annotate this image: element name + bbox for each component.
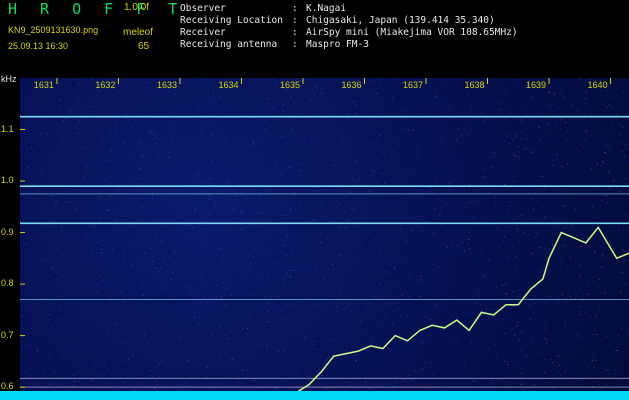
info-row-location: Receiving Location: Chigasaki, Japan (13…	[180, 15, 518, 27]
header-panel: H R O F F T 1.0.0f KN9_2509131630.png 25…	[0, 0, 629, 74]
info-row-receiver: Receiver: AirSpy mini (Miakejima VOR 108…	[180, 27, 518, 39]
x-tick-label: 1631	[33, 80, 54, 90]
mode-label: meleof	[123, 27, 154, 38]
info-value: Maspro FM-3	[306, 39, 369, 50]
info-separator: :	[292, 39, 304, 50]
y-axis-unit: kHz	[1, 74, 17, 84]
info-value: Chigasaki, Japan (139.414 35.340)	[306, 15, 495, 26]
info-label: Receiving Location	[180, 15, 283, 26]
y-tick-label: 1.0	[1, 175, 14, 186]
y-tick-label: 1.1	[1, 123, 14, 134]
info-label: Observer	[180, 3, 226, 14]
x-tick-label: 1637	[403, 80, 424, 90]
y-tick-label: 0.7	[1, 329, 14, 340]
info-row-observer: Observer: K.Nagai	[180, 3, 518, 15]
info-value: K.Nagai	[306, 3, 347, 14]
y-tick-label: 0.8	[1, 278, 14, 289]
info-row-antenna: Receiving antenna: Maspro FM-3	[180, 39, 518, 51]
app-title: H R O F F T	[8, 0, 185, 18]
x-tick-label: 1636	[341, 80, 362, 90]
y-tick-label: 0.9	[1, 226, 14, 237]
info-label: Receiving antenna	[180, 39, 278, 50]
x-tick-label: 1632	[95, 80, 116, 90]
version-label: 1.0.0f	[124, 2, 150, 13]
x-tick-label: 1633	[156, 80, 177, 90]
x-tick-label: 1639	[526, 80, 547, 90]
info-separator: :	[292, 15, 304, 26]
noise-speckle	[20, 78, 629, 400]
info-label: Receiver	[180, 27, 226, 38]
mode-value: 65	[138, 41, 150, 52]
datetime-label: 25.09.13 16:30	[8, 41, 69, 51]
x-tick-label: 1635	[279, 80, 300, 90]
station-info: Observer: K.Nagai Receiving Location: Ch…	[180, 3, 518, 51]
spectrogram-svg	[20, 78, 629, 400]
info-value: AirSpy mini (Miakejima VOR 108.65MHz)	[306, 27, 518, 38]
signal-baseline-bar	[0, 391, 629, 400]
filename-label: KN9_2509131630.png	[8, 25, 99, 35]
spectrogram-plot	[20, 78, 629, 400]
doppler-trace	[284, 226, 629, 396]
x-tick-label: 1640	[587, 80, 608, 90]
info-separator: :	[292, 27, 304, 38]
x-tick-label: 1634	[218, 80, 239, 90]
y-tick-label: 0.6	[1, 381, 14, 392]
info-separator: :	[292, 3, 304, 14]
x-tick-label: 1638	[464, 80, 485, 90]
